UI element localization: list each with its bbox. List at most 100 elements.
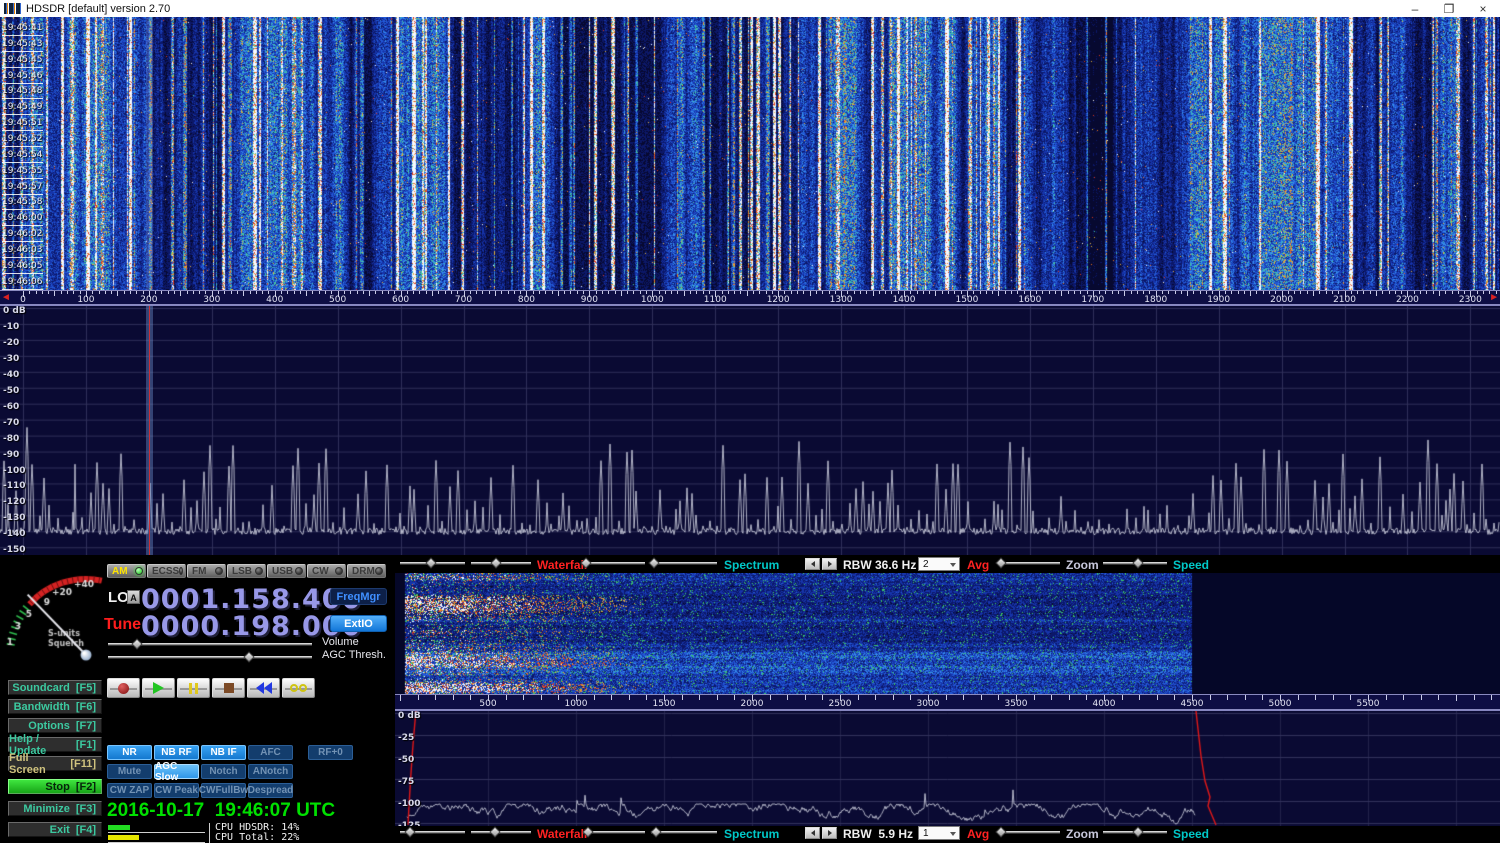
avg-select[interactable]: 2 — [918, 557, 960, 571]
wf-contrast-slider[interactable] — [471, 559, 531, 568]
rf-scale-label: 1700 — [1081, 295, 1104, 305]
window-title: HDSDR [default] version 2.70 — [26, 3, 170, 15]
utc-clock: 2016-10-17 19:46:07 UTC — [107, 800, 335, 822]
dsp-button-nb-rf[interactable]: NB RF — [154, 745, 199, 760]
menu-button-bandwidth[interactable]: Bandwidth[F6] — [8, 699, 102, 714]
stop-button[interactable] — [212, 678, 245, 698]
speed-label: Speed — [1173, 558, 1209, 572]
waterfall-timestamp: 19:45:49 — [2, 100, 43, 115]
rewind-icon — [256, 682, 272, 694]
menu-button-help-update[interactable]: Help / Update[F1] — [8, 737, 102, 752]
zoom-slider[interactable] — [998, 559, 1060, 568]
spec-range-slider[interactable] — [651, 559, 717, 568]
menu-button-options[interactable]: Options[F7] — [8, 718, 102, 733]
volume-slider[interactable] — [108, 640, 312, 649]
spec-gain-slider[interactable] — [583, 559, 645, 568]
rewind-button[interactable] — [247, 678, 280, 698]
play-button[interactable] — [142, 678, 175, 698]
close-button[interactable]: × — [1466, 0, 1500, 17]
dsp-button-cw-peak[interactable]: CW Peak — [154, 783, 199, 798]
rf-scale-label: 2200 — [1396, 295, 1419, 305]
link-button[interactable] — [282, 678, 315, 698]
dsp-button-mute[interactable]: Mute — [107, 764, 152, 779]
af-db-label: -75 — [398, 777, 414, 787]
rf-db-label: -70 — [3, 418, 19, 428]
spec-range-slider-2[interactable] — [651, 828, 717, 837]
mode-button-lsb[interactable]: LSB — [227, 564, 266, 578]
spec-gain-slider-2[interactable] — [583, 828, 645, 837]
dsp-button-nr[interactable]: NR — [107, 745, 152, 760]
dsp-button-anotch[interactable]: ANotch — [248, 764, 293, 779]
scale-right-arrow-icon[interactable]: ► — [1489, 292, 1499, 304]
waterfall-timestamp: 19:46:06 — [2, 275, 43, 290]
dsp-button-agc-slow[interactable]: AGC Slow — [154, 764, 199, 779]
dsp-button-nb-if[interactable]: NB IF — [201, 745, 246, 760]
mode-button-fm[interactable]: FM — [187, 564, 226, 578]
hdsdr-window: HDSDR [default] version 2.70 – ❐ × 19:45… — [0, 0, 1500, 843]
rf-scale-label: 300 — [203, 295, 220, 305]
af-spectrum-display[interactable] — [395, 710, 1500, 826]
mode-button-row: AM ECSS FMLSBUSBCWDRM — [107, 564, 386, 578]
restore-button[interactable]: ❐ — [1432, 0, 1466, 17]
record-button[interactable] — [107, 678, 140, 698]
wf-contrast-slider-2[interactable] — [471, 828, 531, 837]
rbw-decrease-button-2[interactable] — [805, 827, 820, 839]
cpu-total-text: CPU Total: 22% — [209, 833, 299, 843]
af-frequency-scale[interactable]: 5001000150020002500300035004000450050005… — [395, 694, 1500, 710]
menu-button-soundcard[interactable]: Soundcard[F5] — [8, 680, 102, 695]
rf-scale-label: 2000 — [1270, 295, 1293, 305]
rf-db-label: -120 — [3, 497, 26, 507]
zoom-slider-2[interactable] — [998, 828, 1060, 837]
menu-button-stop[interactable]: Stop[F2] — [8, 779, 102, 794]
cpu-hdsdr-bar — [108, 824, 205, 833]
rf-waterfall-display[interactable] — [0, 17, 1500, 290]
mode-led-icon — [215, 567, 223, 575]
dsp-button-despread[interactable]: Despread — [248, 783, 293, 798]
cpu-total-bar — [108, 834, 205, 843]
pause-button[interactable] — [177, 678, 210, 698]
freqmgr-button[interactable]: FreqMgr — [330, 588, 387, 605]
wf-brightness-slider-2[interactable] — [400, 828, 465, 837]
rbw-increase-button[interactable] — [822, 558, 837, 570]
avg-select-2[interactable]: 1 — [918, 826, 960, 840]
speed-slider-2[interactable] — [1103, 828, 1167, 837]
waterfall-timestamp: 19:45:45 — [2, 53, 43, 68]
rf-scale-label: 800 — [518, 295, 535, 305]
minimize-button[interactable]: – — [1398, 0, 1432, 17]
mode-button-cw[interactable]: CW — [307, 564, 346, 578]
tune-label: Tune — [104, 616, 141, 634]
dsp-button-cwfullbw[interactable]: CWFullBw — [201, 783, 246, 798]
mode-button-usb[interactable]: USB — [267, 564, 306, 578]
mode-label: ECSS — [152, 566, 179, 577]
vfo-a-button[interactable]: A — [127, 590, 140, 604]
title-bar: HDSDR [default] version 2.70 – ❐ × — [0, 0, 1500, 17]
rf-frequency-scale[interactable]: ◄ ► 010020030040050060070080090010001100… — [0, 290, 1500, 305]
mode-button-drm[interactable]: DRM — [347, 564, 386, 578]
rf-scale-label: 0 — [20, 295, 26, 305]
rbw-increase-button-2[interactable] — [822, 827, 837, 839]
extio-button[interactable]: ExtIO — [330, 615, 387, 632]
menu-button-full-screen[interactable]: Full Screen[F11] — [8, 756, 102, 771]
menu-button-minimize[interactable]: Minimize[F3] — [8, 801, 102, 816]
af-waterfall-display[interactable] — [395, 573, 1500, 694]
wf-brightness-slider[interactable] — [400, 559, 465, 568]
dsp-button-rf-0[interactable]: RF+0 — [308, 745, 353, 760]
rf-scale-label: 700 — [455, 295, 472, 305]
dsp-button-cw-zap[interactable]: CW ZAP — [107, 783, 152, 798]
waterfall-timestamp: 19:45:55 — [2, 164, 43, 179]
dsp-button-afc[interactable]: AFC — [248, 745, 293, 760]
mode-button-ecss[interactable]: ECSS — [147, 564, 186, 578]
speed-slider[interactable] — [1103, 559, 1167, 568]
rbw-decrease-button[interactable] — [805, 558, 820, 570]
lo-frequency-value[interactable]: 0001.158.400 — [141, 586, 361, 613]
record-icon — [118, 683, 129, 694]
menu-button-exit[interactable]: Exit[F4] — [8, 822, 102, 837]
af-control-bar-top: Waterfall Spectrum RBW 36.6 Hz 2 Avg Zoo… — [395, 557, 1500, 573]
dsp-button-notch[interactable]: Notch — [201, 764, 246, 779]
scale-left-arrow-icon[interactable]: ◄ — [1, 292, 11, 304]
agc-threshold-slider[interactable] — [108, 653, 312, 662]
rf-db-label: -90 — [3, 450, 19, 460]
mode-button-am[interactable]: AM — [107, 564, 146, 578]
mode-led-icon — [295, 567, 303, 575]
rf-spectrum-display[interactable] — [0, 305, 1500, 555]
